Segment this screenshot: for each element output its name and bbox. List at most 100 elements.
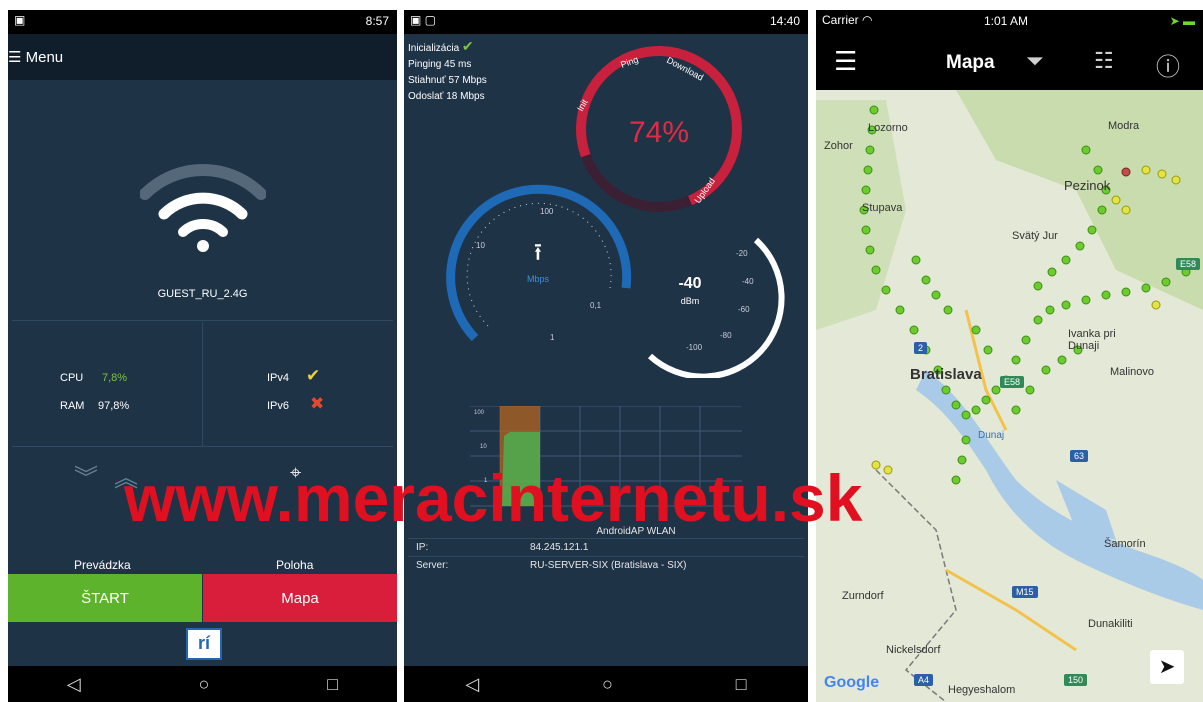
- progress-percent: 74%: [629, 116, 689, 149]
- ip-value: 84.245.121.1: [530, 542, 589, 553]
- signal-tick: -40: [742, 277, 754, 286]
- divider: [12, 320, 393, 321]
- signal-tick: -20: [736, 249, 748, 258]
- speed-tick: 10: [476, 241, 485, 250]
- river-label: Dunaj: [978, 430, 1005, 441]
- signal-gauge: -40 dBm -20 -40 -60 -80 -100: [647, 237, 785, 378]
- home-icon[interactable]: ○: [602, 674, 613, 695]
- signal-tick: -80: [720, 331, 732, 340]
- place-label: Modra: [1108, 120, 1140, 132]
- place-label: Zohor: [824, 140, 853, 152]
- road-shield: M15: [1012, 586, 1038, 598]
- road-shield: E58: [1176, 258, 1201, 270]
- traffic-label: Prevádzka: [74, 558, 131, 572]
- help-icon[interactable]: ⓘ: [1156, 47, 1180, 82]
- road-shield: 63: [1070, 450, 1089, 462]
- start-button[interactable]: ŠTART: [8, 574, 202, 622]
- app-screen-map: Carrier ◠ 1:01 AM ➤ ▬ ☰ Mapa ⏷ ☷ ⓘ Modra…: [816, 10, 1203, 702]
- signal-value: -40: [678, 275, 701, 292]
- place-label: Šamorín: [1104, 538, 1146, 550]
- carrier: Carrier ◠: [822, 13, 873, 27]
- place-label: Malinovo: [1110, 366, 1155, 378]
- app-bar: ☰ Menu: [8, 34, 397, 80]
- google-logo: Google: [824, 674, 880, 691]
- speed-unit: Mbps: [527, 274, 550, 284]
- signal-tick: -100: [686, 343, 703, 352]
- road-shield: 150: [1064, 674, 1088, 686]
- back-icon[interactable]: ◁: [67, 674, 81, 695]
- notification-icon: ▣: [14, 13, 26, 27]
- settings-sliders-icon[interactable]: ☷: [1094, 48, 1114, 74]
- page-title: Mapa: [946, 52, 995, 73]
- cpu-value: 7,8%: [102, 372, 128, 384]
- app-bar: ☰ Mapa ⏷ ☷ ⓘ: [816, 34, 1203, 90]
- status-time: 1:01 AM: [984, 14, 1029, 28]
- status-time: 14:40: [769, 14, 800, 28]
- upload-arrow-icon: ⭱: [534, 239, 542, 266]
- map-button[interactable]: Mapa: [203, 574, 397, 622]
- wifi-signal-icon: ◠: [862, 13, 873, 27]
- ip-label: IP:: [416, 542, 429, 553]
- carrier-name: Carrier: [822, 13, 859, 27]
- place-label: Stupava: [862, 202, 903, 214]
- image-icon: ▣ ▢: [410, 13, 437, 27]
- graph-axis-label: 10: [480, 444, 487, 450]
- status-bar: Carrier ◠ 1:01 AM ➤ ▬: [816, 10, 1203, 34]
- my-location-icon[interactable]: ➤: [1150, 650, 1184, 684]
- test-stats: Inicializácia ✔ Pinging 45 ms Stiahnuť 5…: [408, 38, 487, 105]
- place-label: Lozorno: [868, 122, 908, 134]
- filter-icon[interactable]: ⏷: [1026, 48, 1044, 74]
- app-screen-dashboard: ▣ 8:57 ☰ Menu GUEST_RU_2.4G CPU 7,8% RAM…: [8, 10, 397, 702]
- divider: [202, 322, 203, 446]
- recents-icon[interactable]: □: [327, 674, 338, 695]
- place-label: Dunakiliti: [1088, 618, 1133, 630]
- place-label: Zurndorf: [842, 590, 884, 602]
- location-label: Poloha: [276, 558, 314, 572]
- place-label: Nickelsdorf: [886, 644, 941, 656]
- watermark-text: www.meracinternetu.sk: [124, 461, 863, 535]
- status-time: 8:57: [365, 14, 389, 28]
- speed-gauge: 100 10 1 0,1 ⭱ Mbps: [446, 184, 632, 342]
- cpu-label: CPU: [60, 372, 84, 384]
- graph-axis-label: 100: [474, 410, 485, 416]
- status-bar: ▣ 8:57: [8, 10, 397, 34]
- home-icon[interactable]: ○: [199, 674, 210, 695]
- download-chevrons-icon: ︾: [74, 465, 98, 492]
- speed-tick: 100: [540, 207, 554, 216]
- divider: [408, 556, 804, 557]
- ram-value: 97,8%: [98, 400, 130, 412]
- road-shield: E58: [1000, 376, 1025, 388]
- stat-download: Stiahnuť 57 Mbps: [408, 75, 487, 86]
- network-ssid: GUEST_RU_2.4G: [157, 288, 248, 300]
- stat-upload: Odoslať 18 Mbps: [408, 91, 485, 102]
- back-icon[interactable]: ◁: [465, 674, 479, 695]
- app-screen-speedtest: ▣ ▢ 14:40 Inicializácia ✔ Pinging 45 ms …: [404, 10, 808, 702]
- stat-init: Inicializácia: [408, 43, 460, 54]
- check-icon: ✔: [306, 366, 321, 385]
- menu-label: Menu: [25, 49, 64, 66]
- battery-icon: ➤ ▬: [1169, 14, 1195, 28]
- server-label: Server:: [416, 560, 449, 571]
- check-icon: ✔: [461, 38, 474, 54]
- menu-button[interactable]: ☰ Menu: [8, 48, 63, 66]
- hamburger-menu-icon[interactable]: ☰: [834, 46, 857, 77]
- speed-tick: 0,1: [590, 301, 602, 310]
- place-label: Svätý Jur: [1012, 230, 1058, 242]
- divider: [408, 538, 804, 539]
- place-label: Hegyeshalom: [948, 684, 1016, 696]
- signal-unit: dBm: [681, 296, 700, 306]
- road-shield: A4: [914, 674, 934, 686]
- server-value: RU-SERVER-SIX (Bratislava - SIX): [530, 560, 687, 571]
- recents-icon[interactable]: □: [736, 674, 747, 695]
- android-nav-bar: ◁ ○ □: [8, 666, 397, 702]
- speed-tick: 1: [550, 333, 555, 342]
- place-label: Pezinok: [1064, 178, 1111, 193]
- wifi-icon: [140, 163, 266, 252]
- ram-label: RAM: [60, 400, 85, 412]
- road-shield: 2: [914, 342, 928, 354]
- ipv6-label: IPv6: [267, 400, 290, 412]
- signal-tick: -60: [738, 305, 750, 314]
- place-label-bratislava: Bratislava: [910, 366, 982, 383]
- app-logo: rí: [186, 628, 222, 660]
- cross-icon: ✖: [310, 394, 325, 413]
